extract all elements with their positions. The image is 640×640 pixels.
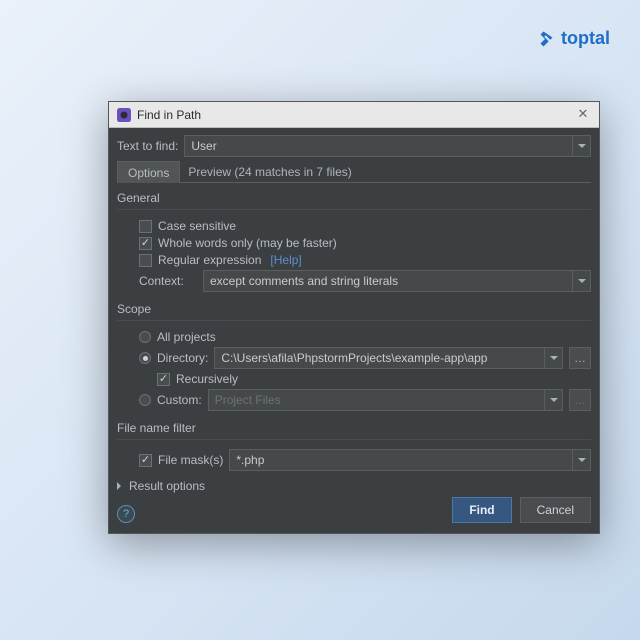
file-mask-input[interactable]: *.php [229,449,591,471]
help-button[interactable]: ? [117,505,135,523]
section-file-filter: File name filter [117,421,591,435]
context-select[interactable]: except comments and string literals [203,270,591,292]
find-in-path-dialog: Find in Path ✕ Text to find: User Option… [108,101,600,534]
close-icon[interactable]: ✕ [575,107,591,123]
text-history-dropdown[interactable] [572,136,590,156]
tab-options[interactable]: Options [117,161,180,183]
directory-input[interactable]: C:\Users\afila\PhpstormProjects\example-… [214,347,563,369]
window-title: Find in Path [137,108,575,122]
custom-scope-select: Project Files [208,389,563,411]
recursively-label: Recursively [176,372,238,386]
regex-help-link[interactable]: [Help] [270,253,301,267]
directory-label: Directory: [157,351,208,365]
text-to-find-label: Text to find: [117,139,178,153]
case-sensitive-label: Case sensitive [158,219,236,233]
result-options-toggle[interactable]: Result options [117,479,591,493]
all-projects-radio[interactable] [139,331,151,343]
toptal-icon [539,30,557,48]
whole-words-checkbox[interactable] [139,237,152,250]
file-mask-dropdown-icon[interactable] [572,450,590,470]
directory-radio[interactable] [139,352,151,364]
directory-browse-button[interactable]: … [569,347,591,369]
regex-label: Regular expression [158,253,261,267]
custom-radio[interactable] [139,394,151,406]
cancel-button[interactable]: Cancel [520,497,591,523]
recursively-checkbox[interactable] [157,373,170,386]
context-dropdown-icon[interactable] [572,271,590,291]
text-to-find-input[interactable]: User [184,135,591,157]
tab-preview[interactable]: Preview (24 matches in 7 files) [180,161,591,183]
whole-words-label: Whole words only (may be faster) [158,236,337,250]
section-general: General [117,191,591,205]
app-icon [117,108,131,122]
directory-history-dropdown[interactable] [544,348,562,368]
custom-label: Custom: [157,393,202,407]
find-button[interactable]: Find [452,497,511,523]
brand-text: toptal [561,28,610,49]
regex-checkbox[interactable] [139,254,152,267]
custom-scope-dropdown-icon [544,390,562,410]
file-mask-value: *.php [236,450,264,470]
context-value: except comments and string literals [210,271,398,291]
case-sensitive-checkbox[interactable] [139,220,152,233]
text-to-find-value: User [191,136,216,156]
all-projects-label: All projects [157,330,216,344]
brand-logo: toptal [539,28,610,49]
file-mask-checkbox[interactable] [139,454,152,467]
section-scope: Scope [117,302,591,316]
custom-scope-edit-button: … [569,389,591,411]
titlebar[interactable]: Find in Path ✕ [109,102,599,128]
custom-scope-value: Project Files [215,390,281,410]
directory-path: C:\Users\afila\PhpstormProjects\example-… [221,348,487,368]
file-mask-label: File mask(s) [158,453,223,467]
context-label: Context: [139,274,197,288]
result-options-label: Result options [129,479,205,493]
